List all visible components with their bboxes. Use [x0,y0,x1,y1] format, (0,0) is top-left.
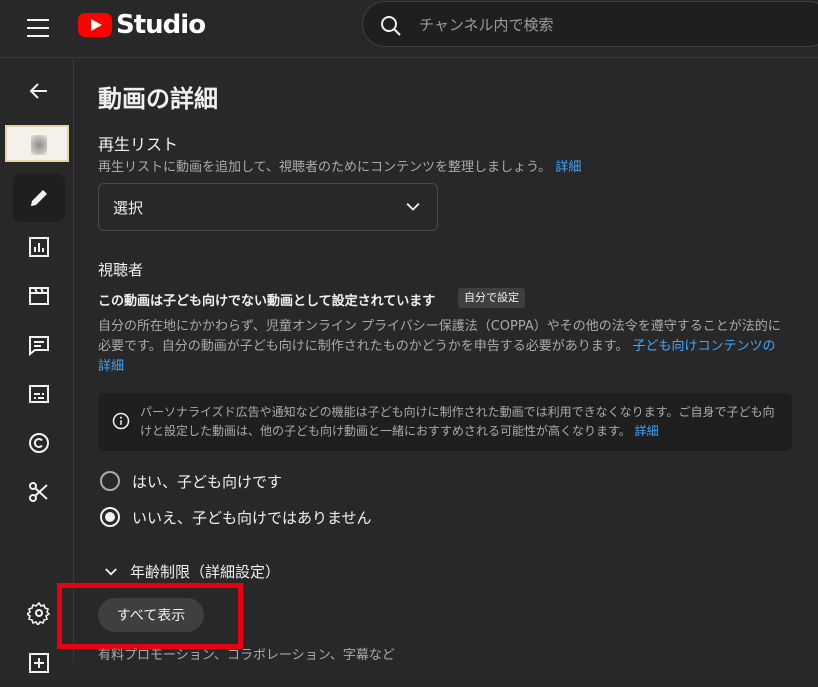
age-restriction-label: 年齢制限（詳細設定） [130,563,281,581]
gear-icon [27,601,51,625]
playlist-select[interactable]: 選択 [98,183,438,231]
sidebar-item-analytics[interactable] [13,223,65,271]
info-box: パーソナライズド広告や通知などの機能は子ども向けに制作された動画では利用できなく… [98,393,792,451]
subtitles-icon [29,385,49,403]
scissors-icon [29,482,48,502]
radio-made-for-kids-yes[interactable]: はい、子ども向けです [100,469,282,493]
sidebar-item-comments[interactable] [13,321,65,369]
playlist-select-value: 選択 [113,199,144,217]
self-set-badge: 自分で設定 [458,288,525,308]
radio-made-for-kids-no[interactable]: いいえ、子ども向けではありません [100,505,372,529]
app-name: Studio [116,10,206,40]
info-icon [112,412,130,430]
youtube-logo-icon [78,13,112,37]
chevron-down-icon [105,567,117,576]
playlist-description: 再生リストに動画を追加して、視聴者のためにコンテンツを整理しましょう。 詳細 [98,156,581,175]
radio-label: いいえ、子ども向けではありません [132,508,372,527]
plus-box-icon [29,653,49,673]
studio-logo[interactable]: Studio [78,10,206,40]
radio-button-selected[interactable] [100,507,120,527]
back-button[interactable] [13,67,65,115]
search-bar[interactable] [362,1,818,47]
analytics-icon [29,237,49,257]
pencil-icon [31,190,47,206]
sidebar-item-editor[interactable] [13,272,65,320]
video-thumbnail[interactable] [5,125,69,162]
sidebar [0,59,74,673]
menu-icon[interactable] [26,16,50,40]
sidebar-item-subtitles[interactable] [13,370,65,418]
audience-title: 視聴者 [98,261,144,279]
radio-label: はい、子ども向けです [132,472,283,491]
back-arrow-icon [29,83,47,99]
copyright-icon [29,433,49,453]
chevron-down-icon [406,203,420,211]
playlist-title: 再生リスト [98,135,179,154]
top-bar: Studio [0,0,818,58]
sidebar-item-add[interactable] [13,639,65,687]
more-options-description: 有料プロモーション、コラボレーション、字幕など [98,648,395,663]
clapperboard-icon [29,287,49,305]
playlist-learn-more-link[interactable]: 詳細 [555,160,581,175]
search-icon[interactable] [379,14,403,38]
info-learn-more-link[interactable]: 詳細 [635,424,659,438]
page-title: 動画の詳細 [98,85,218,113]
audience-paragraph: 自分の所在地にかかわらず、児童オンライン プライバシー保護法（COPPA）やその… [98,317,788,377]
info-text-body: パーソナライズド広告や通知などの機能は子ども向けに制作された動画では利用できなく… [140,405,775,438]
search-input[interactable] [419,14,799,36]
sidebar-item-details[interactable] [13,174,65,222]
info-text: パーソナライズド広告や通知などの機能は子ども向けに制作された動画では利用できなく… [140,403,780,441]
sidebar-item-clips[interactable] [13,468,65,516]
show-all-button[interactable]: すべて表示 [98,598,204,632]
radio-button[interactable] [100,471,120,491]
audience-status: この動画は子ども向けでない動画として設定されています [98,294,436,309]
sidebar-item-settings[interactable] [13,589,65,637]
comment-icon [29,336,49,357]
sidebar-item-copyright[interactable] [13,419,65,467]
age-restriction-toggle[interactable]: 年齢制限（詳細設定） [102,561,280,582]
playlist-description-text: 再生リストに動画を追加して、視聴者のためにコンテンツを整理しましょう。 [98,160,552,175]
